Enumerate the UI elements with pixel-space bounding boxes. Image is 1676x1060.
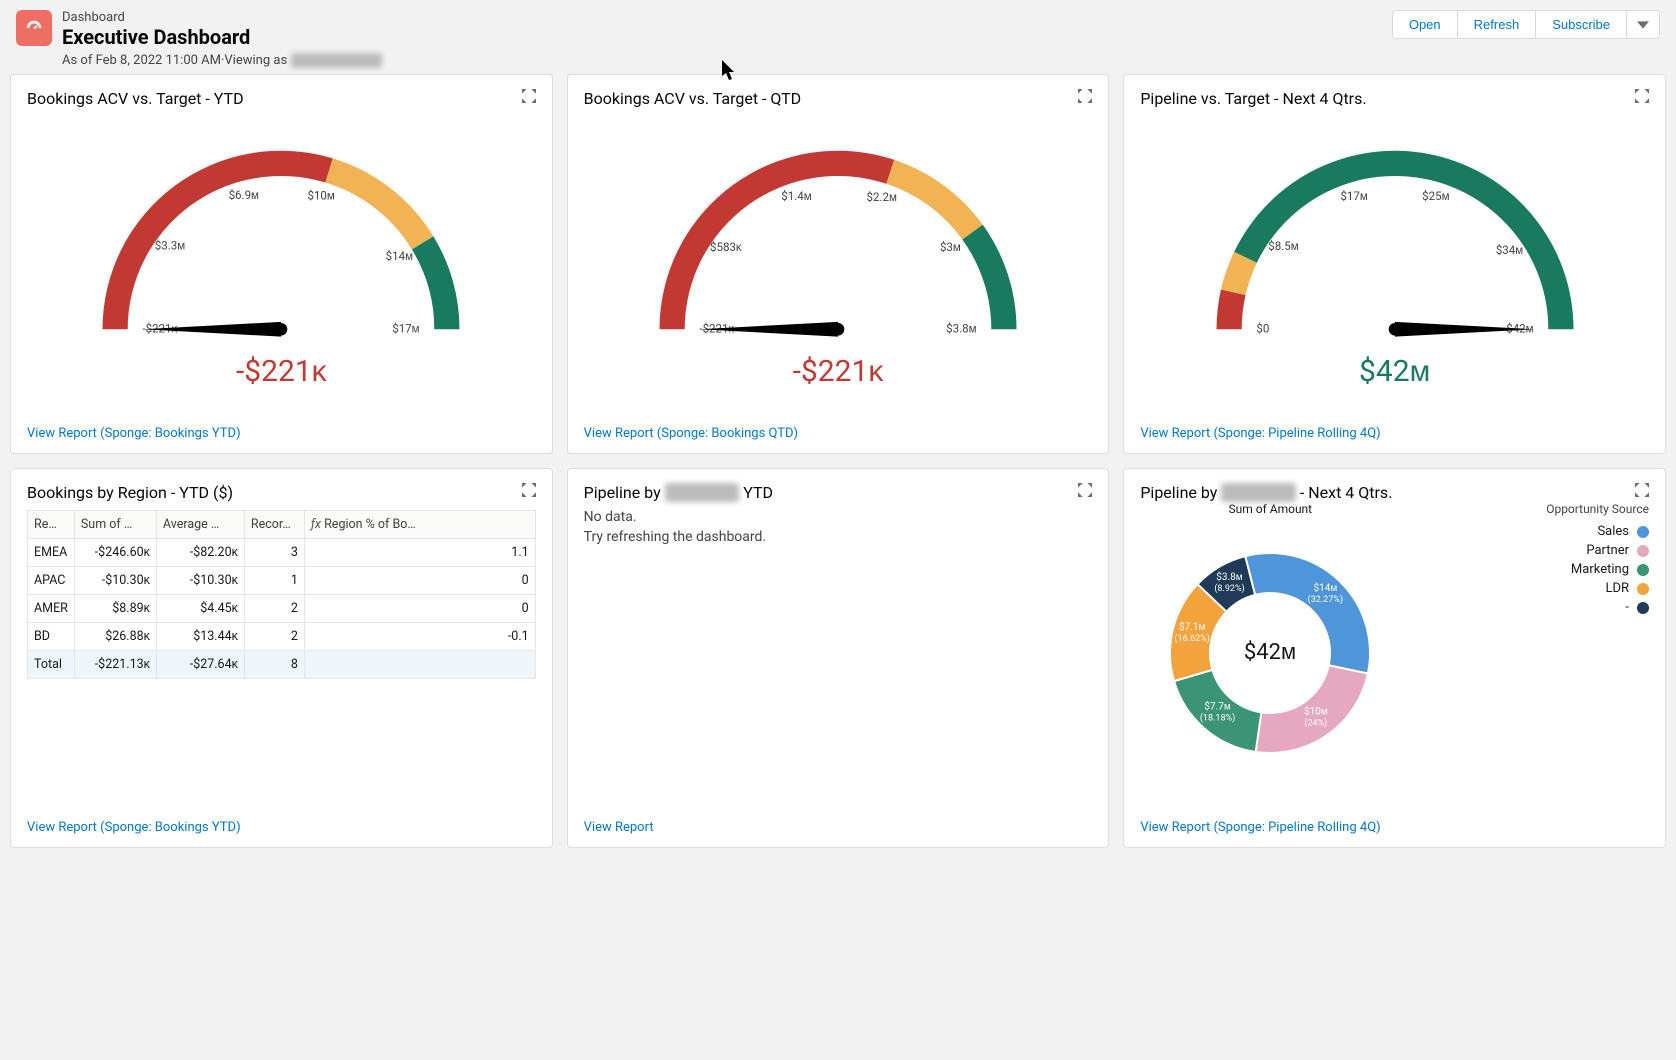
svg-text:(16.62%): (16.62%) <box>1175 633 1210 644</box>
card-pipeline-next4q: Pipeline by redacted - Next 4 Qtrs. Sum … <box>1123 468 1666 848</box>
svg-text:$10ᴍ: $10ᴍ <box>1304 705 1328 718</box>
view-report-link[interactable]: View Report <box>584 820 654 835</box>
card-title: Pipeline by redacted - Next 4 Qtrs. <box>1140 483 1392 502</box>
page-type: Dashboard <box>62 10 382 25</box>
card-title: Bookings ACV vs. Target - QTD <box>584 89 802 108</box>
page-meta: As of Feb 8, 2022 11:00 AM·Viewing as re… <box>62 53 382 68</box>
card-title: Pipeline vs. Target - Next 4 Qtrs. <box>1140 89 1366 108</box>
expand-icon[interactable] <box>522 89 536 107</box>
card-bookings-by-region: Bookings by Region - YTD ($) Re… Sum of … <box>10 468 553 848</box>
dashboard-icon <box>16 10 52 46</box>
view-report-link[interactable]: View Report (Sponge: Bookings QTD) <box>584 426 798 441</box>
th-sum[interactable]: Sum of … <box>74 511 156 539</box>
table-row[interactable]: APAC -$10.30ᴋ-$10.30ᴋ10 <box>28 567 536 595</box>
table-row[interactable]: AMER $8.89ᴋ$4.45ᴋ20 <box>28 595 536 623</box>
th-record-count[interactable]: Recor… <box>244 511 304 539</box>
card-bookings-qtd: Bookings ACV vs. Target - QTD -$221ᴋ $583… <box>567 74 1110 454</box>
card-title: Bookings ACV vs. Target - YTD <box>27 89 244 108</box>
table-row[interactable]: BD $26.88ᴋ$13.44ᴋ2-0.1 <box>28 623 536 651</box>
svg-text:$7.7ᴍ: $7.7ᴍ <box>1205 699 1231 712</box>
svg-text:$42ᴍ: $42ᴍ <box>1244 640 1296 665</box>
donut-chart: $14ᴍ(32.27%)$10ᴍ(24%)$7.7ᴍ(18.18%)$7.1ᴍ(… <box>1140 518 1400 778</box>
svg-text:(24%): (24%) <box>1305 718 1328 729</box>
gauge-chart: -$221ᴋ$583ᴋ$1.4ᴍ$2.2ᴍ$3ᴍ$3.8ᴍ -$221ᴋ <box>584 114 1093 389</box>
svg-text:$3.8ᴍ: $3.8ᴍ <box>1217 570 1243 583</box>
svg-text:$17ᴍ: $17ᴍ <box>1340 189 1367 203</box>
svg-text:$3.3ᴍ: $3.3ᴍ <box>155 238 185 252</box>
svg-text:$7.1ᴍ: $7.1ᴍ <box>1179 620 1205 633</box>
legend-item[interactable]: Marketing <box>1410 560 1649 579</box>
donut-subtitle: Sum of Amount <box>1140 502 1400 516</box>
meta-prefix: As of Feb 8, 2022 11:00 AM·Viewing as <box>62 53 287 68</box>
svg-text:$583ᴋ: $583ᴋ <box>710 240 742 254</box>
svg-text:$14ᴍ: $14ᴍ <box>386 249 413 263</box>
svg-text:$17ᴍ: $17ᴍ <box>393 321 420 335</box>
svg-text:$8.5ᴍ: $8.5ᴍ <box>1268 239 1298 253</box>
svg-text:$0: $0 <box>1256 321 1269 335</box>
legend-item[interactable]: Partner <box>1410 541 1649 560</box>
th-region[interactable]: Re… <box>28 511 75 539</box>
gauge-value: $42ᴍ <box>1359 354 1430 389</box>
card-title: Pipeline by redacted YTD <box>584 483 773 502</box>
chevron-down-icon <box>1637 19 1649 31</box>
svg-text:$14ᴍ: $14ᴍ <box>1314 581 1338 594</box>
gauge-value: -$221ᴋ <box>793 354 884 389</box>
page-header: Dashboard Executive Dashboard As of Feb … <box>0 0 1676 74</box>
viewing-as-user: redacted user <box>291 53 382 68</box>
legend-item[interactable]: Sales <box>1410 522 1649 541</box>
gauge-chart: -$221ᴋ$3.3ᴍ$6.9ᴍ$10ᴍ$14ᴍ$17ᴍ -$221ᴋ <box>27 114 536 389</box>
view-report-link[interactable]: View Report (Sponge: Bookings YTD) <box>27 820 241 835</box>
svg-text:$10ᴍ: $10ᴍ <box>308 189 335 203</box>
region-table: Re… Sum of … Average … Recor… ƒx Region … <box>27 510 536 679</box>
th-avg[interactable]: Average … <box>156 511 244 539</box>
expand-icon[interactable] <box>522 483 536 501</box>
svg-text:$34ᴍ: $34ᴍ <box>1495 243 1522 257</box>
card-title: Bookings by Region - YTD ($) <box>27 483 233 502</box>
no-data-message: No data. Try refreshing the dashboard. <box>584 508 766 547</box>
svg-text:$3.8ᴍ: $3.8ᴍ <box>946 321 976 335</box>
legend-title: Opportunity Source <box>1410 502 1649 516</box>
th-pct[interactable]: ƒx Region % of Bo… <box>304 511 535 539</box>
expand-icon[interactable] <box>1635 483 1649 501</box>
expand-icon[interactable] <box>1078 483 1092 501</box>
table-total-row: Total-$221.13ᴋ-$27.64ᴋ8 <box>28 651 536 679</box>
subscribe-button[interactable]: Subscribe <box>1536 11 1627 38</box>
open-button[interactable]: Open <box>1393 11 1458 38</box>
expand-icon[interactable] <box>1635 89 1649 107</box>
svg-text:$25ᴍ: $25ᴍ <box>1422 189 1449 203</box>
refresh-button[interactable]: Refresh <box>1458 11 1537 38</box>
more-actions-button[interactable] <box>1627 11 1659 38</box>
table-header-row: Re… Sum of … Average … Recor… ƒx Region … <box>28 511 536 539</box>
view-report-link[interactable]: View Report (Sponge: Pipeline Rolling 4Q… <box>1140 426 1380 441</box>
page-title: Executive Dashboard <box>62 25 382 49</box>
gauge-value: -$221ᴋ <box>236 354 327 389</box>
svg-text:(8.92%): (8.92%) <box>1215 583 1245 594</box>
svg-text:(18.18%): (18.18%) <box>1200 712 1235 723</box>
view-report-link[interactable]: View Report (Sponge: Bookings YTD) <box>27 426 241 441</box>
card-pipeline-target: Pipeline vs. Target - Next 4 Qtrs. $0 $8.… <box>1123 74 1666 454</box>
svg-text:$2.2ᴍ: $2.2ᴍ <box>866 190 896 204</box>
card-pipeline-ytd: Pipeline by redacted YTD No data. Try re… <box>567 468 1110 848</box>
table-row[interactable]: EMEA -$246.60ᴋ-$82.20ᴋ31.1 <box>28 539 536 567</box>
legend-item[interactable]: LDR <box>1410 579 1649 598</box>
header-actions: Open Refresh Subscribe <box>1392 10 1660 39</box>
card-bookings-ytd: Bookings ACV vs. Target - YTD -$221ᴋ $3.3… <box>10 74 553 454</box>
svg-text:$6.9ᴍ: $6.9ᴍ <box>229 188 259 202</box>
svg-text:(32.27%): (32.27%) <box>1308 594 1343 605</box>
expand-icon[interactable] <box>1078 89 1092 107</box>
legend: Opportunity Source SalesPartnerMarketing… <box>1410 502 1649 617</box>
legend-item[interactable]: - <box>1410 598 1649 617</box>
svg-text:$1.4ᴍ: $1.4ᴍ <box>781 189 811 203</box>
svg-text:$3ᴍ: $3ᴍ <box>940 240 961 254</box>
view-report-link[interactable]: View Report (Sponge: Pipeline Rolling 4Q… <box>1140 820 1380 835</box>
gauge-chart: $0$8.5ᴍ$17ᴍ$25ᴍ$34ᴍ$42ᴍ $42ᴍ <box>1140 114 1649 389</box>
